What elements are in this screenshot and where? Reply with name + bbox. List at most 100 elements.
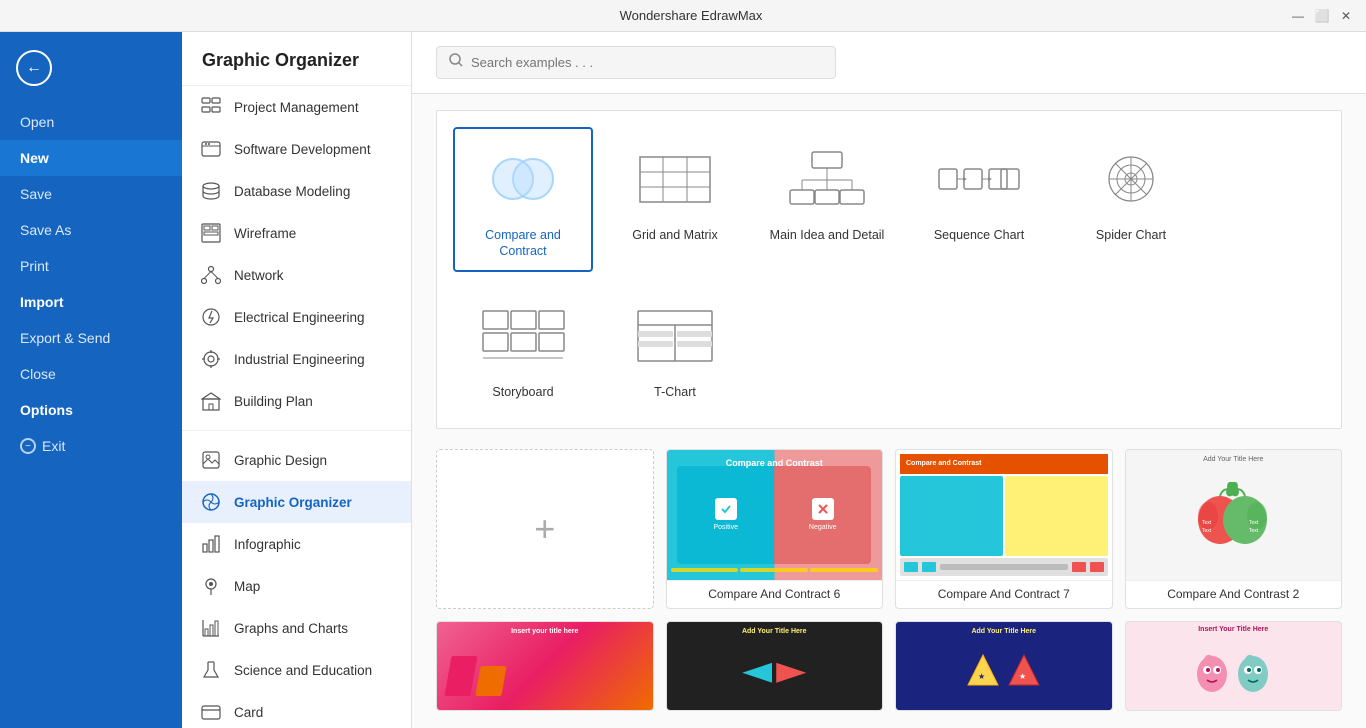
template-card-spider-chart[interactable]: Spider Chart (1061, 127, 1201, 272)
sidebar-item-new[interactable]: New (0, 140, 182, 176)
spider-chart-label: Spider Chart (1096, 227, 1166, 243)
main-idea-label: Main Idea and Detail (770, 227, 885, 243)
preview-card-compare7[interactable]: Compare and Contrast (895, 449, 1113, 609)
industrial-icon (200, 348, 222, 370)
infographic-icon (200, 533, 222, 555)
sidebar-item-graphs[interactable]: Graphs and Charts (182, 607, 411, 649)
software-development-icon (200, 138, 222, 160)
science-icon (200, 659, 222, 681)
t-chart-label: T-Chart (654, 384, 696, 400)
sidebar-item-graphic-design[interactable]: Graphic Design (182, 439, 411, 481)
sidebar-item-electrical[interactable]: Electrical Engineering (182, 296, 411, 338)
sidebar-item-graphic-organizer[interactable]: Graphic Organizer (182, 481, 411, 523)
back-arrow-icon: ← (16, 50, 52, 86)
sidebar-item-options[interactable]: Options (0, 392, 182, 428)
bottom-card-2[interactable]: Add Your Title Here (666, 621, 884, 711)
graphs-icon (200, 617, 222, 639)
preview-label-compare2: Compare And Contrast 2 (1126, 580, 1342, 607)
template-card-main-idea[interactable]: Main Idea and Detail (757, 127, 897, 272)
database-modeling-label: Database Modeling (234, 184, 350, 199)
sidebar-item-export[interactable]: Export & Send (0, 320, 182, 356)
main-content: Compare and Contract Grid and Matrix (412, 32, 1366, 728)
sidebar-item-save-as[interactable]: Save As (0, 212, 182, 248)
sidebar-item-exit[interactable]: − Exit (0, 428, 182, 464)
building-icon (200, 390, 222, 412)
storyboard-label: Storyboard (492, 384, 553, 400)
lower-categories: Graphic Design Graphic Organizer Infogra… (182, 439, 411, 728)
wireframe-icon (200, 222, 222, 244)
sidebar-item-print[interactable]: Print (0, 248, 182, 284)
sidebar-item-card[interactable]: Card (182, 691, 411, 728)
spider-chart-icon-area (1076, 139, 1186, 219)
search-area (412, 32, 1366, 94)
sidebar-item-infographic[interactable]: Infographic (182, 523, 411, 565)
card-label: Card (234, 705, 263, 720)
bottom-card-4[interactable]: Insert Your Title Here (1125, 621, 1343, 711)
infographic-label: Infographic (234, 537, 301, 552)
graphic-design-icon (200, 449, 222, 471)
template-card-grid-matrix[interactable]: Grid and Matrix (605, 127, 745, 272)
bottom-card-1[interactable]: Insert your title here (436, 621, 654, 711)
sidebar-divider (182, 430, 411, 431)
top-templates: Compare and Contract Grid and Matrix (436, 110, 1342, 429)
template-card-storyboard[interactable]: Storyboard (453, 284, 593, 412)
sidebar-item-map[interactable]: Map (182, 565, 411, 607)
close-button[interactable]: ✕ (1338, 8, 1354, 24)
bottom-card-3[interactable]: Add Your Title Here ★ ★ (895, 621, 1113, 711)
window-controls: — ⬜ ✕ (1290, 8, 1354, 24)
graphic-organizer-icon (200, 491, 222, 513)
industrial-label: Industrial Engineering (234, 352, 365, 367)
template-card-sequence-chart[interactable]: Sequence Chart (909, 127, 1049, 272)
minimize-button[interactable]: — (1290, 8, 1306, 24)
sidebar-item-open[interactable]: Open (0, 104, 182, 140)
sequence-chart-label: Sequence Chart (934, 227, 1024, 243)
bottom-preview-row: Insert your title here Add Your Title He… (436, 621, 1342, 711)
svg-text:Text: Text (1202, 528, 1212, 534)
sidebar-item-project-management[interactable]: Project Management (182, 86, 411, 128)
sidebar-item-close[interactable]: Close (0, 356, 182, 392)
maximize-button[interactable]: ⬜ (1314, 8, 1330, 24)
sidebar-nav: Open New Save Save As Print Import Expor… (0, 104, 182, 728)
sidebar-item-network[interactable]: Network (182, 254, 411, 296)
preview-thumb-compare7: Compare and Contrast (896, 450, 1112, 580)
svg-text:Text: Text (1249, 528, 1259, 534)
secondary-sidebar: Graphic Organizer Project Management Sof… (182, 32, 412, 728)
science-label: Science and Education (234, 663, 372, 678)
search-box (436, 46, 836, 79)
main-idea-icon-area (772, 139, 882, 219)
sidebar-item-database-modeling[interactable]: Database Modeling (182, 170, 411, 212)
storyboard-icon-area (468, 296, 578, 376)
preview-card-compare2[interactable]: Add Your Title Here Text Text (1125, 449, 1343, 609)
sidebar-item-science[interactable]: Science and Education (182, 649, 411, 691)
template-section: Compare and Contract Grid and Matrix (412, 94, 1366, 727)
preview-card-compare6[interactable]: Compare and Contrast Positive (666, 449, 884, 609)
sequence-chart-icon-area (924, 139, 1034, 219)
exit-icon: − (20, 438, 36, 454)
network-label: Network (234, 268, 284, 283)
sidebar-item-save[interactable]: Save (0, 176, 182, 212)
app-title: Wondershare EdrawMax (92, 8, 1290, 23)
svg-text:Text: Text (1249, 520, 1259, 526)
svg-text:★: ★ (978, 672, 985, 681)
map-icon (200, 575, 222, 597)
project-management-label: Project Management (234, 100, 359, 115)
add-new-card[interactable]: + (436, 449, 654, 609)
compare-contract-icon-area (468, 139, 578, 219)
template-card-compare-contract[interactable]: Compare and Contract (453, 127, 593, 272)
sidebar: ← Open New Save Save As Print Import Exp… (0, 32, 182, 728)
preview-label-compare6: Compare And Contract 6 (667, 580, 883, 607)
sidebar-item-software-development[interactable]: Software Development (182, 128, 411, 170)
template-card-t-chart[interactable]: T-Chart (605, 284, 745, 412)
sidebar-item-import[interactable]: Import (0, 284, 182, 320)
back-button[interactable]: ← (0, 32, 182, 104)
sidebar-item-building[interactable]: Building Plan (182, 380, 411, 422)
compare-contract-label: Compare and Contract (463, 227, 583, 260)
graphic-design-label: Graphic Design (234, 453, 327, 468)
grid-matrix-label: Grid and Matrix (632, 227, 717, 243)
search-input[interactable] (471, 55, 823, 70)
building-label: Building Plan (234, 394, 313, 409)
sidebar-item-industrial[interactable]: Industrial Engineering (182, 338, 411, 380)
graphs-label: Graphs and Charts (234, 621, 348, 636)
plus-icon: + (534, 508, 555, 550)
sidebar-item-wireframe[interactable]: Wireframe (182, 212, 411, 254)
